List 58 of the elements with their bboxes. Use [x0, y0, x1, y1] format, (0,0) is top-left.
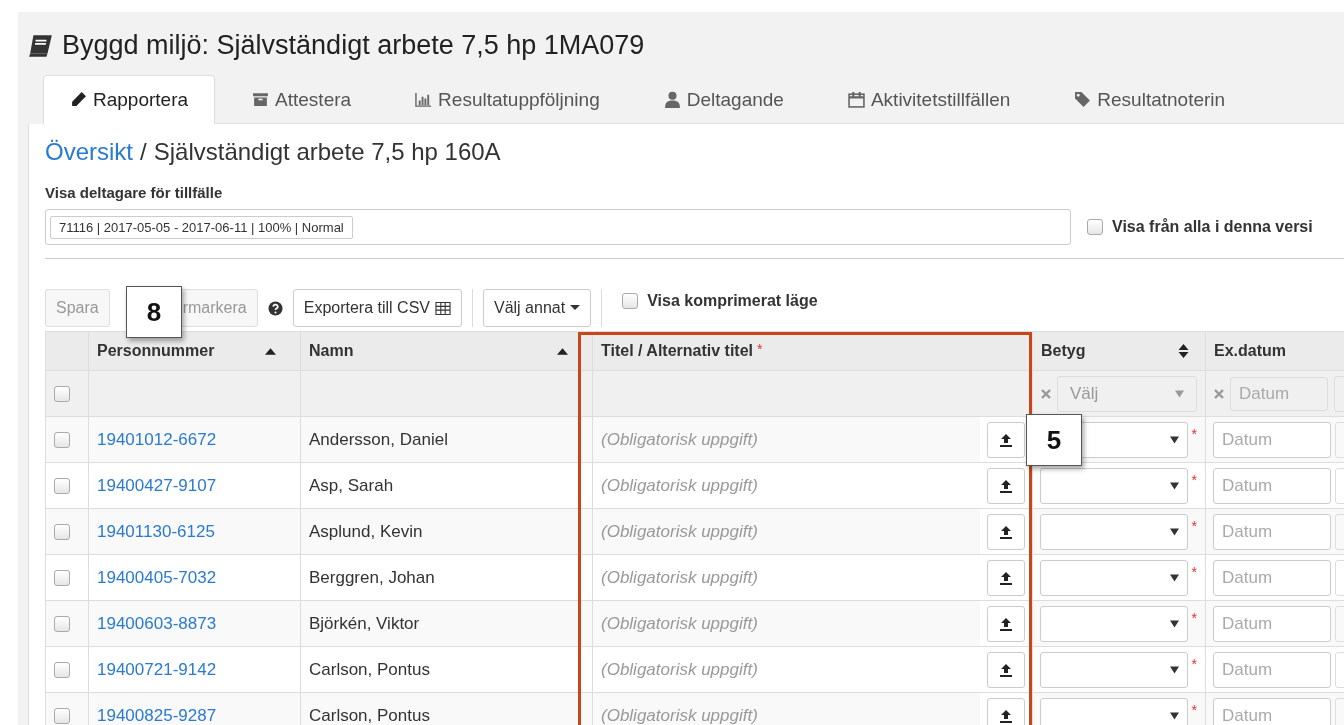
checkbox-label: Visa från alla i denna versi [1112, 218, 1313, 236]
tab[interactable]: Resultatuppföljning [388, 75, 627, 124]
table-cell: Carlson, Pontus [301, 646, 593, 692]
person-id-link[interactable]: 19400825-9287 [97, 705, 217, 725]
title-field[interactable]: (Obligatorisk uppgift) [593, 417, 980, 462]
person-id-link[interactable]: 19401130-6125 [97, 521, 215, 542]
date-field[interactable]: Datum [1213, 605, 1331, 642]
required-marker: * [757, 341, 763, 357]
breadcrumb-current: Självständigt arbete 7,5 hp 160A [153, 138, 501, 166]
required-marker: * [1191, 472, 1197, 488]
table-cell: Asp, Sarah [301, 462, 593, 508]
occasion-field[interactable]: 71116 | 2017-05-05 - 2017-06-11 | 100% | Normal [45, 209, 1071, 245]
title-field[interactable]: (Obligatorisk uppgift) [593, 693, 980, 725]
table-cell: Carlson, Pontus [301, 692, 593, 725]
table-cell: Berggren, Johan [301, 554, 593, 600]
person-id-link[interactable]: 19401012-6672 [97, 429, 217, 450]
field-label: Visa deltagare för tillfälle [45, 184, 224, 201]
required-marker: * [1191, 518, 1197, 534]
date-field[interactable]: Datum [1213, 421, 1331, 458]
column-header[interactable]: Betyg [1041, 342, 1086, 360]
person-id-link[interactable]: 19400721-9142 [97, 659, 217, 680]
date-field[interactable]: Datum [1213, 513, 1331, 550]
callout-number: 5 [1026, 414, 1082, 466]
required-marker: * [1191, 564, 1197, 580]
checkbox-label: Visa komprimerat läge [647, 292, 818, 310]
table-cell: Björkén, Viktor [301, 600, 593, 646]
table-cell: Asplund, Kevin [301, 508, 593, 554]
date-filter-field[interactable]: Datum [1230, 376, 1328, 411]
date-field[interactable]: Datum [1213, 651, 1331, 688]
column-header[interactable]: Namn [309, 342, 354, 360]
tab[interactable]: Rapportera [43, 75, 216, 124]
breadcrumb-separator: / [140, 138, 147, 166]
choose-dropdown[interactable]: Välj annat [483, 289, 592, 327]
person-id-link[interactable]: 19400603-8873 [97, 613, 217, 634]
date-field[interactable]: Datum [1213, 467, 1331, 504]
export-csv-button[interactable]: Exportera till CSV [292, 289, 462, 327]
title-field[interactable]: (Obligatorisk uppgift) [593, 509, 980, 554]
breadcrumb-link[interactable]: Översikt [45, 138, 133, 166]
tab[interactable]: Resultatnoterin [1047, 75, 1253, 124]
date-field[interactable]: Datum [1213, 697, 1331, 725]
column-header[interactable]: Personnummer [97, 342, 215, 360]
required-marker: * [1191, 426, 1197, 442]
person-id-link[interactable]: 19400405-7032 [97, 567, 217, 588]
required-marker: * [1191, 610, 1197, 626]
occasion-tag[interactable]: 71116 | 2017-05-05 - 2017-06-11 | 100% | Normal [50, 215, 353, 239]
tab[interactable]: Attestera [225, 75, 379, 124]
required-marker: * [1191, 702, 1197, 718]
page-title: Byggd miljö: Självständigt arbete 7,5 hp 1MA079 [62, 30, 645, 61]
callout-number: 8 [126, 286, 182, 338]
date-field[interactable]: Datum [1213, 559, 1331, 596]
column-header[interactable]: Titel / Alternativ titel [601, 342, 754, 360]
required-marker: * [1191, 656, 1197, 672]
person-id-link[interactable]: 19400427-9107 [97, 475, 217, 496]
tab[interactable]: Deltagande [636, 75, 811, 124]
table-cell: Andersson, Daniel [301, 416, 593, 462]
title-field[interactable]: (Obligatorisk uppgift) [593, 601, 980, 646]
column-header[interactable]: Ex.datum [1214, 342, 1286, 360]
tab[interactable]: Aktivitetstillfällen [820, 75, 1038, 124]
